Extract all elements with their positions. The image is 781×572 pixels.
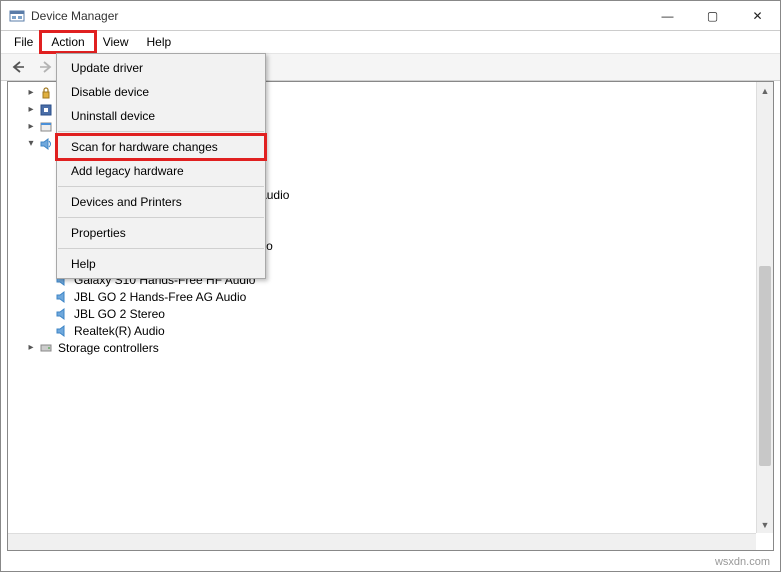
window-controls: — ▢ ✕	[645, 1, 780, 31]
tree-item[interactable]: Realtek(R) Audio	[8, 322, 756, 339]
collapse-icon[interactable]: ▾	[24, 138, 38, 149]
titlebar: Device Manager — ▢ ✕	[1, 1, 780, 31]
audio-icon	[54, 289, 70, 305]
expand-icon[interactable]: ▸	[24, 121, 38, 132]
menu-help-item[interactable]: Help	[57, 252, 265, 276]
security-icon	[38, 85, 54, 101]
component-icon	[38, 102, 54, 118]
forward-button[interactable]	[35, 56, 57, 78]
scroll-track[interactable]	[757, 99, 773, 516]
menu-separator	[58, 217, 264, 218]
expand-icon[interactable]: ▸	[24, 87, 38, 98]
watermark: wsxdn.com	[715, 556, 770, 568]
menu-add-legacy[interactable]: Add legacy hardware	[57, 159, 265, 183]
scroll-up-icon[interactable]: ▲	[757, 82, 773, 99]
menu-help[interactable]: Help	[138, 33, 181, 51]
menubar: File Action View Help	[1, 31, 780, 53]
tree-item[interactable]: JBL GO 2 Hands-Free AG Audio	[8, 288, 756, 305]
audio-icon	[54, 323, 70, 339]
menu-view[interactable]: View	[94, 33, 138, 51]
tree-label: JBL GO 2 Stereo	[74, 307, 165, 321]
menu-separator	[58, 131, 264, 132]
audio-icon	[54, 306, 70, 322]
window-title: Device Manager	[31, 9, 645, 23]
menu-scan-hardware[interactable]: Scan for hardware changes	[57, 135, 265, 159]
menu-devices-printers[interactable]: Devices and Printers	[57, 190, 265, 214]
minimize-button[interactable]: —	[645, 1, 690, 31]
tree-category[interactable]: ▸ Storage controllers	[8, 339, 756, 356]
maximize-button[interactable]: ▢	[690, 1, 735, 31]
menu-disable-device[interactable]: Disable device	[57, 80, 265, 104]
device-icon	[38, 119, 54, 135]
action-dropdown: Update driver Disable device Uninstall d…	[56, 53, 266, 279]
menu-file[interactable]: File	[5, 33, 42, 51]
storage-icon	[38, 340, 54, 356]
expand-icon[interactable]: ▸	[24, 342, 38, 353]
horizontal-scrollbar[interactable]	[8, 533, 756, 550]
scroll-thumb[interactable]	[759, 266, 771, 466]
tree-label: Storage controllers	[58, 341, 159, 355]
close-button[interactable]: ✕	[735, 1, 780, 31]
menu-uninstall-device[interactable]: Uninstall device	[57, 104, 265, 128]
menu-action[interactable]: Action	[42, 33, 93, 51]
menu-separator	[58, 248, 264, 249]
menu-update-driver[interactable]: Update driver	[57, 56, 265, 80]
scroll-down-icon[interactable]: ▼	[757, 516, 773, 533]
tree-label: JBL GO 2 Hands-Free AG Audio	[74, 290, 246, 304]
tree-label: Realtek(R) Audio	[74, 324, 165, 338]
app-icon	[9, 8, 25, 24]
expand-icon[interactable]: ▸	[24, 104, 38, 115]
tree-item[interactable]: JBL GO 2 Stereo	[8, 305, 756, 322]
back-button[interactable]	[7, 56, 29, 78]
menu-separator	[58, 186, 264, 187]
speaker-icon	[38, 136, 54, 152]
vertical-scrollbar[interactable]: ▲ ▼	[756, 82, 773, 533]
menu-properties[interactable]: Properties	[57, 221, 265, 245]
